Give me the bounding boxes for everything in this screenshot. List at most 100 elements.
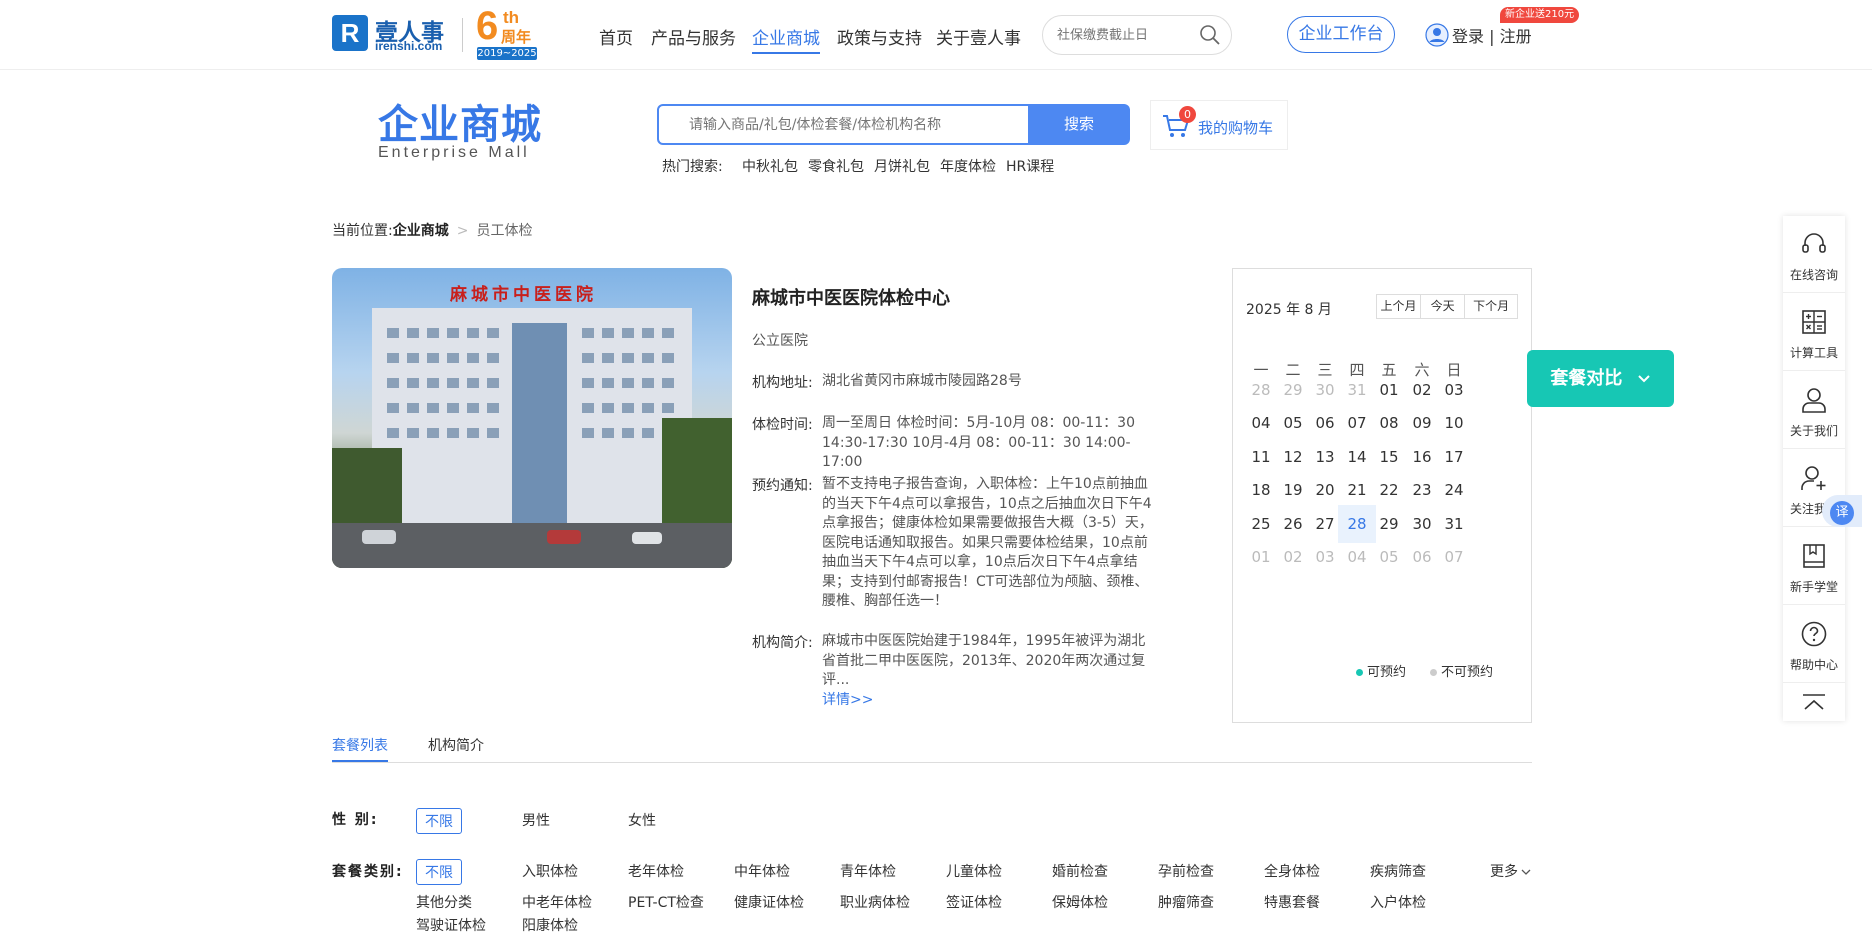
top-search-input[interactable] <box>1057 26 1197 44</box>
login-link[interactable]: 登录 <box>1452 27 1484 46</box>
sidebar-label: 帮助中心 <box>1789 658 1838 672</box>
category-option[interactable]: 中老年体检 <box>522 892 592 912</box>
address-value: 湖北省黄冈市麻城市陵园路28号 <box>822 373 1022 389</box>
sidebar-item-consult[interactable]: 在线咨询 <box>1783 216 1845 293</box>
photo-hospital-sign: 麻城市中医医院 <box>450 285 597 305</box>
hospital-name: 麻城市中医医院体检中心 <box>752 288 950 309</box>
calendar-nav: 上个月 今天 下个月 <box>1376 294 1518 319</box>
new-user-badge: 新企业送210元 <box>1500 7 1580 23</box>
notice-label: 预约通知: <box>752 478 813 494</box>
nav-about[interactable]: 关于壹人事 <box>936 24 1021 49</box>
add-person-icon <box>1801 466 1826 490</box>
sidebar-item-guide[interactable]: 新手学堂 <box>1783 528 1845 605</box>
category-option[interactable]: 入职体检 <box>522 861 578 881</box>
calendar-day[interactable]: 07 <box>1435 538 1473 576</box>
intro-detail-link[interactable]: 详情>> <box>822 692 873 708</box>
sidebar-item-about[interactable]: 关于我们 <box>1783 372 1845 449</box>
sidebar-label: 关于我们 <box>1789 424 1838 438</box>
address-label: 机构地址: <box>752 375 813 391</box>
more-categories-button[interactable]: 更多 <box>1490 861 1531 881</box>
hospital-photo: 麻城市中医医院 <box>332 268 732 568</box>
category-option[interactable]: 签证体检 <box>946 892 1002 912</box>
sidebar-item-tools[interactable]: 计算工具 <box>1783 294 1845 371</box>
category-option[interactable]: 不限 <box>416 859 462 885</box>
translate-button[interactable]: 译 <box>1822 495 1862 527</box>
category-option[interactable]: 婚前检查 <box>1052 861 1108 881</box>
cart-count-badge: 0 <box>1179 106 1196 123</box>
anniversary-th: th <box>503 8 520 27</box>
back-to-top-icon <box>1803 694 1825 710</box>
breadcrumb-mall[interactable]: 企业商城 <box>393 223 449 239</box>
calculator-icon <box>1802 310 1826 334</box>
logo-mark[interactable]: R <box>332 15 368 51</box>
legend-available: 可预约 <box>1356 661 1406 680</box>
mall-search-button[interactable]: 搜索 <box>1028 104 1130 145</box>
mall-search-input[interactable] <box>689 116 1009 134</box>
booking-calendar: 2025 年 8 月 上个月 今天 下个月 一二三四五六日 28 29 30 31 01 0… <box>1232 268 1532 723</box>
calendar-year-month: 2025 年 8 月 <box>1246 302 1332 318</box>
logo-domain: irenshi.com <box>375 39 443 53</box>
register-link[interactable]: 注册 <box>1500 27 1532 46</box>
category-option[interactable]: 健康证体检 <box>734 892 804 912</box>
search-icon[interactable] <box>1199 24 1221 46</box>
sidebar-item-help[interactable]: 帮助中心 <box>1783 606 1845 683</box>
category-option[interactable]: 阳康体检 <box>522 915 578 935</box>
tab-institution-intro[interactable]: 机构简介 <box>428 735 484 755</box>
translate-icon: 译 <box>1830 501 1854 525</box>
hours-value: 周一至周日 体检时间：5月-10月 08：00-11：30 14:30-17:3… <box>822 415 1135 470</box>
cart-button[interactable]: 0 我的购物车 <box>1150 100 1288 150</box>
nav-mall[interactable]: 企业商城 <box>752 24 820 54</box>
nav-policy[interactable]: 政策与支持 <box>837 24 922 49</box>
category-option[interactable]: 职业病体检 <box>840 892 910 912</box>
available-dot <box>1356 669 1363 676</box>
category-option[interactable]: 入户体检 <box>1370 892 1426 912</box>
workbench-button[interactable]: 企业工作台 <box>1287 16 1395 53</box>
calendar-next-month-button[interactable]: 下个月 <box>1465 295 1517 318</box>
hospital-type: 公立医院 <box>752 333 808 349</box>
category-option[interactable]: 保姆体检 <box>1052 892 1108 912</box>
calendar-prev-month-button[interactable]: 上个月 <box>1377 295 1422 318</box>
chevron-down-icon <box>1637 375 1650 383</box>
back-to-top-button[interactable] <box>1783 684 1845 721</box>
nav-products[interactable]: 产品与服务 <box>651 24 736 49</box>
hot-search-item[interactable]: 中秋礼包 <box>742 156 798 176</box>
top-header: R 壹人事 irenshi.com 6 th 周年 2019~2025 首页 产… <box>0 0 1872 70</box>
intro-block: 麻城市中医医院始建于1984年，1995年被评为湖北省首批二甲中医医院，2013… <box>822 632 1155 710</box>
category-option[interactable]: 肿瘤筛查 <box>1158 892 1214 912</box>
calendar-day[interactable]: 24 <box>1435 471 1473 509</box>
package-compare-button[interactable]: 套餐对比 <box>1527 350 1674 407</box>
category-option[interactable]: 驾驶证体检 <box>416 915 486 935</box>
category-option[interactable]: 疾病筛查 <box>1370 861 1426 881</box>
hot-search-label: 热门搜索: <box>662 159 723 175</box>
hot-search-item[interactable]: 年度体检 <box>940 156 996 176</box>
category-option[interactable]: 其他分类 <box>416 892 472 912</box>
intro-value: 麻城市中医医院始建于1984年，1995年被评为湖北省首批二甲中医医院，2013… <box>822 633 1146 688</box>
mall-title: 企业商城 <box>378 102 542 148</box>
unavailable-dot <box>1430 669 1437 676</box>
category-option[interactable]: 青年体检 <box>840 861 896 881</box>
category-option[interactable]: 全身体检 <box>1264 861 1320 881</box>
legend-unavailable-label: 不可预约 <box>1441 665 1494 680</box>
tab-active-underline <box>332 760 388 762</box>
gender-option[interactable]: 女性 <box>628 810 656 830</box>
category-option[interactable]: PET-CT检查 <box>628 892 704 912</box>
calendar-today-button[interactable]: 今天 <box>1421 295 1466 318</box>
category-option[interactable]: 孕前检查 <box>1158 861 1214 881</box>
category-option[interactable]: 特惠套餐 <box>1264 892 1320 912</box>
nav-home[interactable]: 首页 <box>599 24 633 49</box>
category-option[interactable]: 老年体检 <box>628 861 684 881</box>
gender-option[interactable]: 不限 <box>416 808 462 834</box>
hot-search-item[interactable]: 零食礼包 <box>808 156 864 176</box>
calendar-day[interactable]: 10 <box>1435 404 1473 442</box>
hot-search-item[interactable]: HR课程 <box>1006 156 1054 176</box>
hot-search-item[interactable]: 月饼礼包 <box>874 156 930 176</box>
headset-icon <box>1802 233 1826 253</box>
intro-label: 机构简介: <box>752 635 813 651</box>
category-option[interactable]: 中年体检 <box>734 861 790 881</box>
top-search-box <box>1042 15 1232 55</box>
anniversary-label: 周年 <box>501 28 532 46</box>
category-option[interactable]: 儿童体检 <box>946 861 1002 881</box>
tab-package-list[interactable]: 套餐列表 <box>332 735 388 755</box>
gender-option[interactable]: 男性 <box>522 810 550 830</box>
sidebar-label: 在线咨询 <box>1789 268 1838 282</box>
